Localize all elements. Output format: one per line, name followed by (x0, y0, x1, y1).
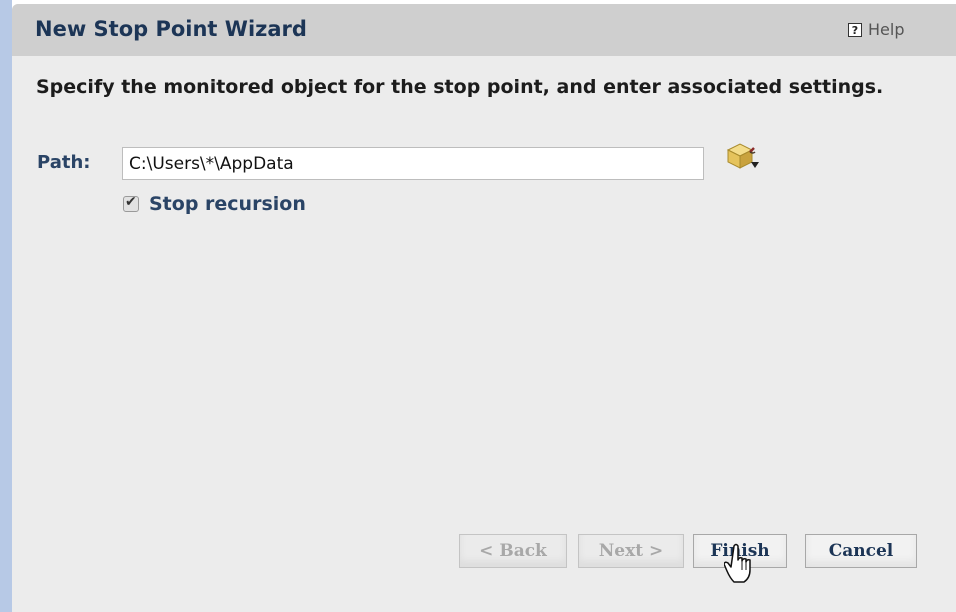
stop-recursion-checkbox[interactable] (123, 194, 139, 212)
dialog-titlebar: New Stop Point Wizard ? Help (12, 4, 956, 56)
dialog-title: New Stop Point Wizard (35, 17, 307, 41)
help-icon: ? (848, 22, 862, 37)
screen: New Stop Point Wizard ? Help Specify the… (0, 0, 956, 612)
window-edge (0, 0, 12, 612)
back-button[interactable]: < Back (459, 534, 567, 568)
stop-recursion-label: Stop recursion (149, 193, 306, 215)
instruction-text: Specify the monitored object for the sto… (36, 76, 884, 98)
browse-object-icon (726, 143, 759, 169)
path-input[interactable] (122, 147, 704, 180)
stop-recursion-row: Stop recursion (123, 193, 306, 215)
help-link[interactable]: ? Help (848, 20, 904, 39)
path-label: Path: (37, 152, 91, 173)
browse-object-button[interactable] (724, 140, 760, 172)
help-label: Help (868, 20, 905, 39)
next-button[interactable]: Next > (578, 534, 684, 568)
cancel-button[interactable]: Cancel (805, 534, 917, 568)
wizard-dialog: New Stop Point Wizard ? Help Specify the… (12, 4, 956, 612)
finish-button[interactable]: Finish (693, 534, 787, 568)
